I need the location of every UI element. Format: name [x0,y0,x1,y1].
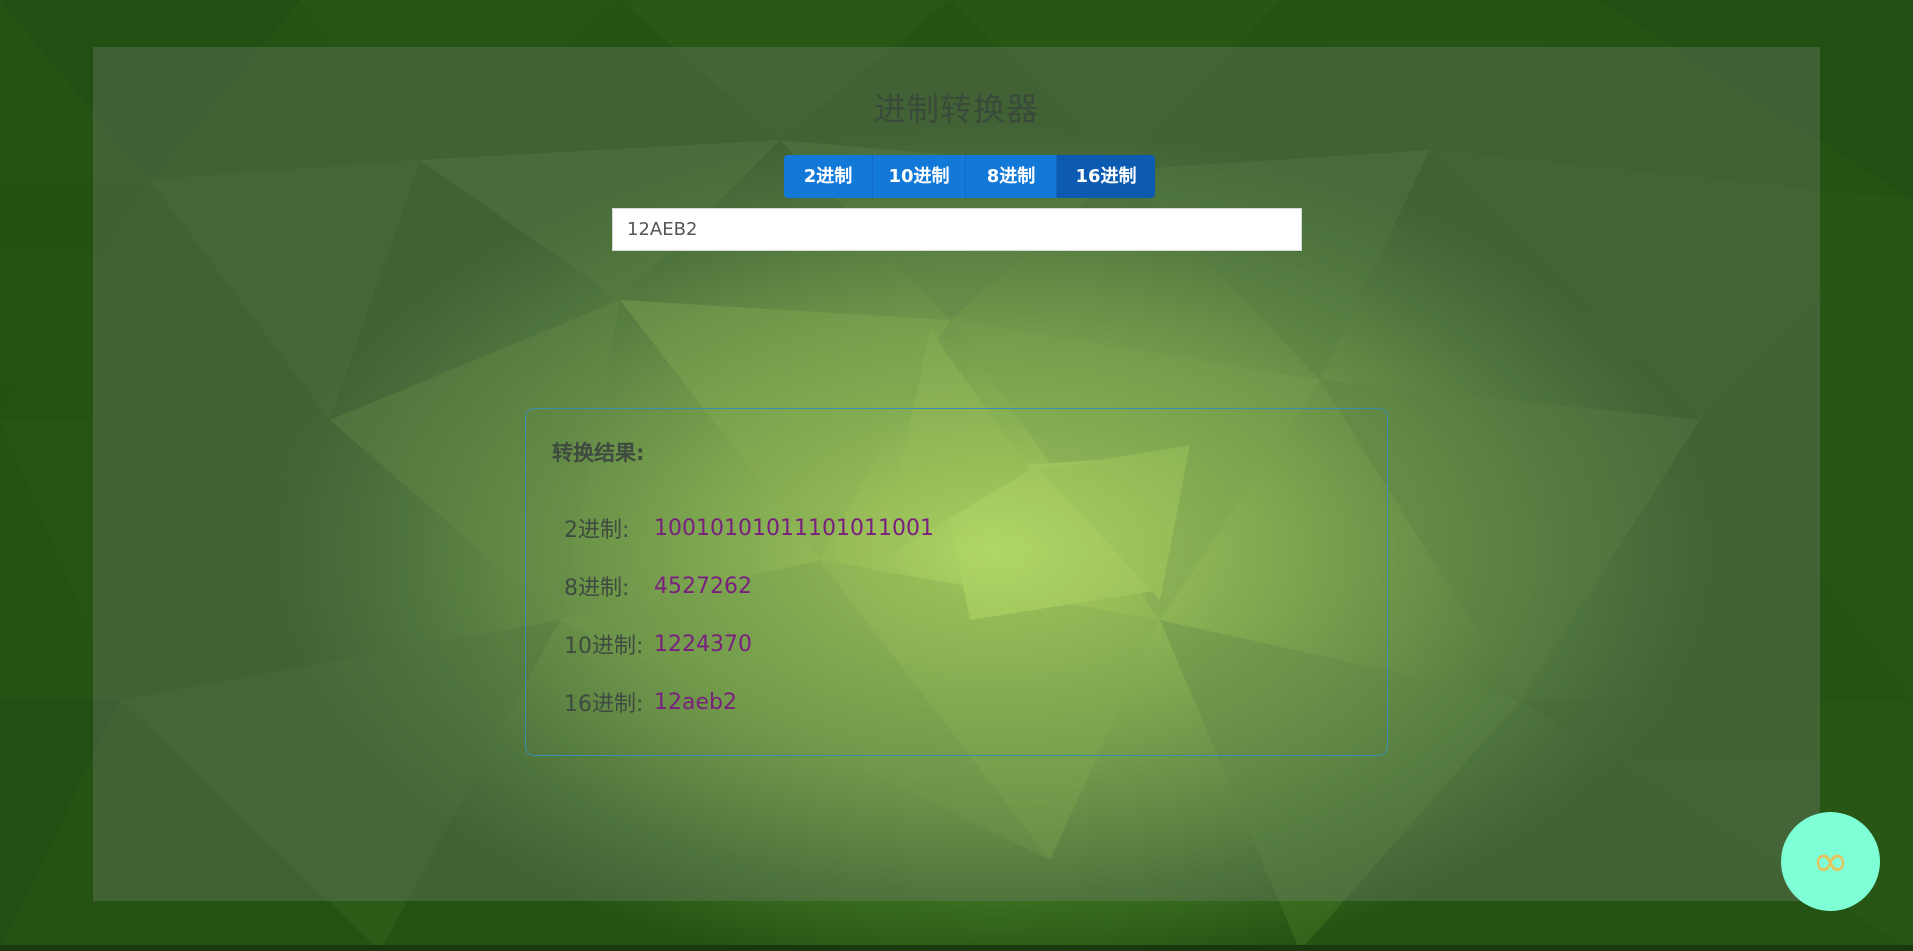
number-input[interactable] [612,208,1302,251]
result-row-hexadecimal: 16进制: 12aeb2 [564,687,737,718]
result-row-decimal: 10进制: 1224370 [564,629,752,660]
result-panel: 转换结果: 2进制: 10010101011101011001 8进制: 452… [525,408,1388,756]
result-value: 1224370 [654,631,752,657]
tab-decimal[interactable]: 10进制 [873,155,966,198]
result-label: 10进制: [564,634,644,659]
result-label: 16进制: [564,692,644,717]
base-tabs: 2进制 10进制 8进制 16进制 [784,155,1155,198]
result-title: 转换结果: [552,441,645,465]
tab-binary[interactable]: 2进制 [784,155,873,198]
result-label: 8进制: [564,576,630,601]
tab-hexadecimal[interactable]: 16进制 [1057,155,1155,198]
bottom-strip [0,945,1913,951]
result-row-octal: 8进制: 4527262 [564,571,752,602]
result-value: 4527262 [654,573,752,599]
page-title: 进制转换器 [873,90,1039,128]
result-row-binary: 2进制: 10010101011101011001 [564,513,934,544]
result-label: 2进制: [564,518,630,543]
floating-action-button[interactable]: ∞ [1781,812,1880,911]
result-value: 12aeb2 [654,689,737,715]
result-value: 10010101011101011001 [654,515,934,541]
infinity-icon: ∞ [1812,835,1849,887]
tab-octal[interactable]: 8进制 [966,155,1057,198]
